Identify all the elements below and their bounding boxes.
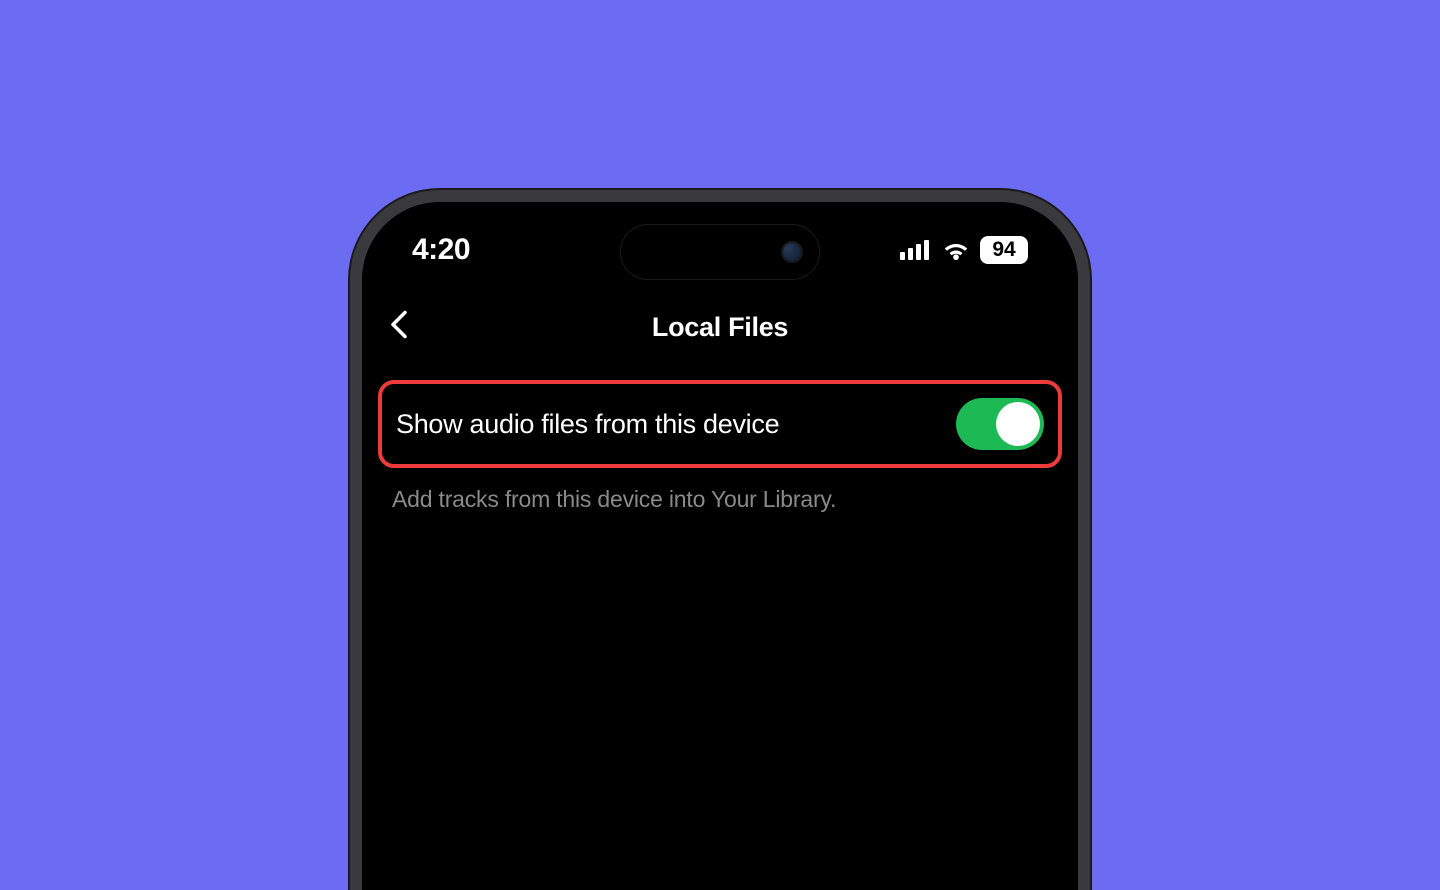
status-time: 4:20 (412, 233, 470, 267)
phone-frame: 4:20 94 (350, 190, 1090, 890)
phone-screen: 4:20 94 (362, 202, 1078, 890)
status-indicators: 94 (900, 236, 1028, 264)
show-audio-files-toggle[interactable] (956, 398, 1044, 450)
setting-label: Show audio files from this device (396, 409, 779, 440)
back-button[interactable] (388, 310, 410, 345)
cellular-signal-icon (900, 240, 932, 260)
battery-indicator: 94 (980, 236, 1028, 264)
camera-icon (781, 241, 803, 263)
setting-description: Add tracks from this device into Your Li… (362, 468, 1078, 513)
toggle-knob (996, 402, 1040, 446)
wifi-icon (942, 240, 970, 260)
navigation-bar: Local Files (362, 292, 1078, 362)
page-title: Local Files (652, 312, 788, 343)
dynamic-island (620, 224, 820, 280)
setting-row-show-audio-files[interactable]: Show audio files from this device (378, 380, 1062, 468)
